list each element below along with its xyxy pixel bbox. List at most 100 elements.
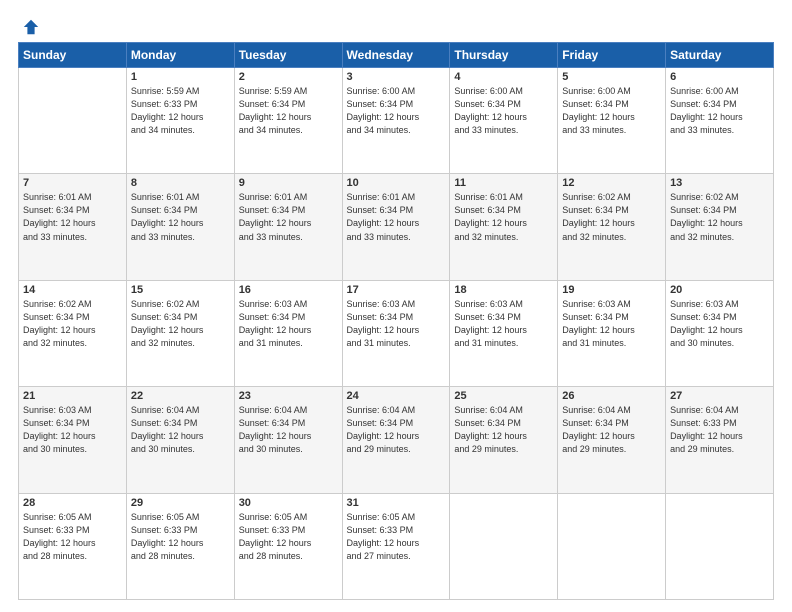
day-info: Sunrise: 6:02 AMSunset: 6:34 PMDaylight:… [131,298,230,350]
calendar-cell: 4 Sunrise: 6:00 AMSunset: 6:34 PMDaylight… [450,68,558,174]
day-number: 30 [239,497,338,509]
calendar-header-row: SundayMondayTuesdayWednesdayThursdayFrid… [19,43,774,68]
day-number: 31 [347,497,446,509]
calendar-cell: 21Sunrise: 6:03 AMSunset: 6:34 PMDayligh… [19,387,127,493]
day-info: Sunrise: 6:05 AMSunset: 6:33 PMDaylight:… [23,511,122,563]
logo [18,18,40,36]
day-info: Sunrise: 6:01 AMSunset: 6:34 PMDaylight:… [23,191,122,243]
calendar-cell: 27 Sunrise: 6:04 AMSunset: 6:33 PMDayligh… [666,387,774,493]
calendar-cell: 14 Sunrise: 6:02 AMSunset: 6:34 PMDayligh… [19,280,127,386]
calendar-cell: 23 Sunrise: 6:04 AMSunset: 6:34 PMDayligh… [234,387,342,493]
day-number: 25 [454,390,553,402]
day-info: Sunrise: 6:00 AMSunset: 6:34 PMDaylight:… [670,85,769,137]
day-info: Sunrise: 6:00 AMSunset: 6:34 PMDaylight:… [454,85,553,137]
calendar-cell: 18Sunrise: 6:03 AMSunset: 6:34 PMDayligh… [450,280,558,386]
day-number: 13 [670,177,769,189]
day-info: Sunrise: 6:04 AMSunset: 6:33 PMDaylight:… [670,404,769,456]
day-info: Sunrise: 6:05 AMSunset: 6:33 PMDaylight:… [131,511,230,563]
calendar-cell: 9 Sunrise: 6:01 AMSunset: 6:34 PMDaylight… [234,174,342,280]
day-info: Sunrise: 6:01 AMSunset: 6:34 PMDaylight:… [131,191,230,243]
day-info: Sunrise: 6:03 AMSunset: 6:34 PMDaylight:… [239,298,338,350]
day-number: 5 [562,71,661,83]
calendar-day-header: Monday [126,43,234,68]
day-info: Sunrise: 6:04 AMSunset: 6:34 PMDaylight:… [131,404,230,456]
header [18,18,774,36]
day-number: 3 [347,71,446,83]
day-number: 21 [23,390,122,402]
calendar-cell [666,493,774,599]
calendar-cell: 17 Sunrise: 6:03 AMSunset: 6:34 PMDayligh… [342,280,450,386]
day-number: 23 [239,390,338,402]
day-info: Sunrise: 6:01 AMSunset: 6:34 PMDaylight:… [239,191,338,243]
day-number: 6 [670,71,769,83]
day-info: Sunrise: 6:03 AMSunset: 6:34 PMDaylight:… [454,298,553,350]
calendar-day-header: Friday [558,43,666,68]
calendar-cell: 25 Sunrise: 6:04 AMSunset: 6:34 PMDayligh… [450,387,558,493]
calendar-cell: 13 Sunrise: 6:02 AMSunset: 6:34 PMDayligh… [666,174,774,280]
day-info: Sunrise: 6:03 AMSunset: 6:34 PMDaylight:… [562,298,661,350]
calendar-day-header: Saturday [666,43,774,68]
calendar-cell: 10Sunrise: 6:01 AMSunset: 6:34 PMDayligh… [342,174,450,280]
day-number: 4 [454,71,553,83]
day-info: Sunrise: 6:01 AMSunset: 6:34 PMDaylight:… [347,191,446,243]
day-number: 9 [239,177,338,189]
day-number: 19 [562,284,661,296]
calendar-cell: 15 Sunrise: 6:02 AMSunset: 6:34 PMDayligh… [126,280,234,386]
day-number: 29 [131,497,230,509]
calendar-cell: 30 Sunrise: 6:05 AMSunset: 6:33 PMDayligh… [234,493,342,599]
page: SundayMondayTuesdayWednesdayThursdayFrid… [0,0,792,612]
calendar-cell: 28 Sunrise: 6:05 AMSunset: 6:33 PMDayligh… [19,493,127,599]
calendar-week-row: 7Sunrise: 6:01 AMSunset: 6:34 PMDaylight… [19,174,774,280]
day-number: 11 [454,177,553,189]
calendar-cell: 8 Sunrise: 6:01 AMSunset: 6:34 PMDaylight… [126,174,234,280]
day-number: 17 [347,284,446,296]
day-info: Sunrise: 5:59 AMSunset: 6:33 PMDaylight:… [131,85,230,137]
calendar-cell: 19 Sunrise: 6:03 AMSunset: 6:34 PMDayligh… [558,280,666,386]
day-info: Sunrise: 6:04 AMSunset: 6:34 PMDaylight:… [347,404,446,456]
calendar-week-row: 1 Sunrise: 5:59 AMSunset: 6:33 PMDaylight… [19,68,774,174]
day-number: 8 [131,177,230,189]
calendar-cell: 1 Sunrise: 5:59 AMSunset: 6:33 PMDaylight… [126,68,234,174]
calendar-cell: 11Sunrise: 6:01 AMSunset: 6:34 PMDayligh… [450,174,558,280]
calendar-day-header: Wednesday [342,43,450,68]
calendar-day-header: Sunday [19,43,127,68]
calendar-cell: 7Sunrise: 6:01 AMSunset: 6:34 PMDaylight… [19,174,127,280]
calendar-week-row: 28 Sunrise: 6:05 AMSunset: 6:33 PMDayligh… [19,493,774,599]
day-number: 1 [131,71,230,83]
day-info: Sunrise: 6:05 AMSunset: 6:33 PMDaylight:… [239,511,338,563]
day-info: Sunrise: 6:04 AMSunset: 6:34 PMDaylight:… [239,404,338,456]
calendar-week-row: 14 Sunrise: 6:02 AMSunset: 6:34 PMDayligh… [19,280,774,386]
day-number: 24 [347,390,446,402]
calendar-cell: 26 Sunrise: 6:04 AMSunset: 6:34 PMDayligh… [558,387,666,493]
calendar-cell: 22 Sunrise: 6:04 AMSunset: 6:34 PMDayligh… [126,387,234,493]
calendar-cell: 5 Sunrise: 6:00 AMSunset: 6:34 PMDaylight… [558,68,666,174]
day-info: Sunrise: 5:59 AMSunset: 6:34 PMDaylight:… [239,85,338,137]
day-info: Sunrise: 6:03 AMSunset: 6:34 PMDaylight:… [347,298,446,350]
day-info: Sunrise: 6:02 AMSunset: 6:34 PMDaylight:… [562,191,661,243]
day-info: Sunrise: 6:03 AMSunset: 6:34 PMDaylight:… [670,298,769,350]
day-number: 28 [23,497,122,509]
day-number: 2 [239,71,338,83]
day-number: 27 [670,390,769,402]
logo-icon [22,18,40,36]
day-number: 22 [131,390,230,402]
day-info: Sunrise: 6:02 AMSunset: 6:34 PMDaylight:… [670,191,769,243]
day-number: 15 [131,284,230,296]
day-info: Sunrise: 6:00 AMSunset: 6:34 PMDaylight:… [562,85,661,137]
calendar-cell [450,493,558,599]
calendar-cell: 31 Sunrise: 6:05 AMSunset: 6:33 PMDayligh… [342,493,450,599]
day-info: Sunrise: 6:05 AMSunset: 6:33 PMDaylight:… [347,511,446,563]
calendar-cell: 12Sunrise: 6:02 AMSunset: 6:34 PMDayligh… [558,174,666,280]
calendar-week-row: 21Sunrise: 6:03 AMSunset: 6:34 PMDayligh… [19,387,774,493]
day-number: 26 [562,390,661,402]
calendar-day-header: Thursday [450,43,558,68]
day-number: 16 [239,284,338,296]
calendar-table: SundayMondayTuesdayWednesdayThursdayFrid… [18,42,774,600]
day-number: 14 [23,284,122,296]
day-info: Sunrise: 6:02 AMSunset: 6:34 PMDaylight:… [23,298,122,350]
calendar-cell: 3Sunrise: 6:00 AMSunset: 6:34 PMDaylight… [342,68,450,174]
calendar-cell: 24 Sunrise: 6:04 AMSunset: 6:34 PMDayligh… [342,387,450,493]
day-info: Sunrise: 6:04 AMSunset: 6:34 PMDaylight:… [454,404,553,456]
day-info: Sunrise: 6:04 AMSunset: 6:34 PMDaylight:… [562,404,661,456]
calendar-cell: 16 Sunrise: 6:03 AMSunset: 6:34 PMDayligh… [234,280,342,386]
